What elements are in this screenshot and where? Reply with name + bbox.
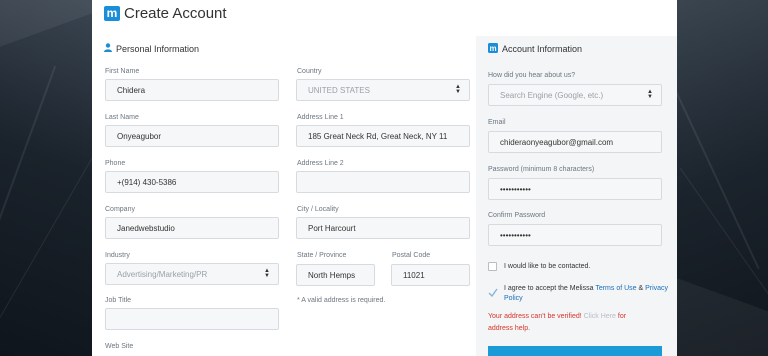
contact-checkbox[interactable]	[488, 262, 497, 271]
terms-prefix: I agree to accept the Melissa	[504, 285, 596, 292]
background-right	[677, 0, 768, 356]
personal-section-label: Personal Information	[116, 43, 200, 54]
confirm-password-field[interactable]: •••••••••••	[488, 224, 662, 246]
address-note: * A valid address is required.	[297, 297, 386, 304]
terms-and: &	[636, 285, 646, 292]
error-line-2: address help.	[488, 325, 531, 332]
address-line-1-field[interactable]: 185 Great Neck Rd, Great Neck, NY 11	[296, 125, 470, 147]
password-field[interactable]: •••••••••••	[488, 178, 662, 200]
page-title: Create Account	[124, 4, 227, 22]
select-arrows-icon: ▲ ▼	[647, 89, 653, 100]
heard-select[interactable]: Search Engine (Google, etc.) ▲ ▼	[488, 84, 662, 106]
create-account-button[interactable]	[488, 346, 662, 356]
country-value: UNITED STATES	[308, 85, 370, 95]
job-title-field[interactable]	[105, 308, 279, 330]
phone-label: Phone	[105, 160, 126, 167]
user-icon	[104, 43, 112, 54]
industry-label: Industry	[105, 252, 130, 259]
heard-label: How did you hear about us?	[488, 72, 576, 79]
address-error-message: Your address can't be verified! Click He…	[488, 311, 666, 335]
company-field[interactable]: Janedwebstudio	[105, 217, 279, 239]
select-arrows-icon: ▲ ▼	[264, 268, 270, 279]
personal-section-title: Personal Information	[104, 43, 199, 54]
terms-checkmark-icon[interactable]	[488, 284, 498, 302]
heard-placeholder: Search Engine (Google, etc.)	[500, 90, 604, 100]
last-name-field[interactable]: Onyeagubor	[105, 125, 279, 147]
job-title-label: Job Title	[105, 297, 132, 304]
phone-field[interactable]: +(914) 430-5386	[105, 171, 279, 193]
last-name-label: Last Name	[105, 114, 139, 121]
first-name-field[interactable]: Chidera	[105, 79, 279, 101]
address-help-link[interactable]: Click Here	[584, 313, 616, 320]
first-name-label: First Name	[105, 68, 140, 75]
background-left	[0, 0, 92, 356]
account-section-title: m Account Information	[488, 43, 582, 55]
postal-code-field[interactable]: 11021	[391, 264, 470, 286]
terms-of-use-link[interactable]: Terms of Use	[595, 285, 636, 292]
email-field[interactable]: chideraonyeagubor@gmail.com	[488, 131, 662, 153]
company-label: Company	[105, 206, 135, 213]
select-arrows-icon: ▲ ▼	[455, 84, 461, 95]
email-label: Email	[488, 119, 506, 126]
country-label: Country	[297, 68, 322, 75]
address-line-1-label: Address Line 1	[297, 114, 344, 121]
error-text: Your address can't be verified!	[488, 313, 584, 320]
address-line-2-label: Address Line 2	[297, 160, 344, 167]
industry-select[interactable]: Advertising/Marketing/PR ▲ ▼	[105, 263, 279, 285]
password-label: Password (minimum 8 characters)	[488, 166, 595, 173]
country-select[interactable]: UNITED STATES ▲ ▼	[296, 79, 470, 101]
error-suffix: for	[615, 313, 627, 320]
contact-label: I would like to be contacted.	[504, 263, 591, 270]
state-label: State / Province	[297, 252, 347, 259]
city-label: City / Locality	[297, 206, 339, 213]
web-site-label: Web Site	[105, 343, 134, 350]
create-account-card: m Create Account Personal Information Fi…	[92, 0, 677, 356]
page-header: m Create Account	[92, 0, 677, 26]
address-line-2-field[interactable]	[296, 171, 470, 193]
svg-text:m: m	[489, 44, 496, 53]
terms-label: I agree to accept the Melissa Terms of U…	[504, 284, 669, 304]
melissa-logo-icon: m	[488, 43, 498, 55]
city-field[interactable]: Port Harcourt	[296, 217, 470, 239]
confirm-password-label: Confirm Password	[488, 212, 546, 219]
account-section-label: Account Information	[502, 44, 583, 54]
postal-code-label: Postal Code	[392, 252, 431, 259]
melissa-logo-icon: m	[104, 5, 120, 21]
state-field[interactable]: North Hemps	[296, 264, 375, 286]
industry-value: Advertising/Marketing/PR	[117, 269, 208, 279]
